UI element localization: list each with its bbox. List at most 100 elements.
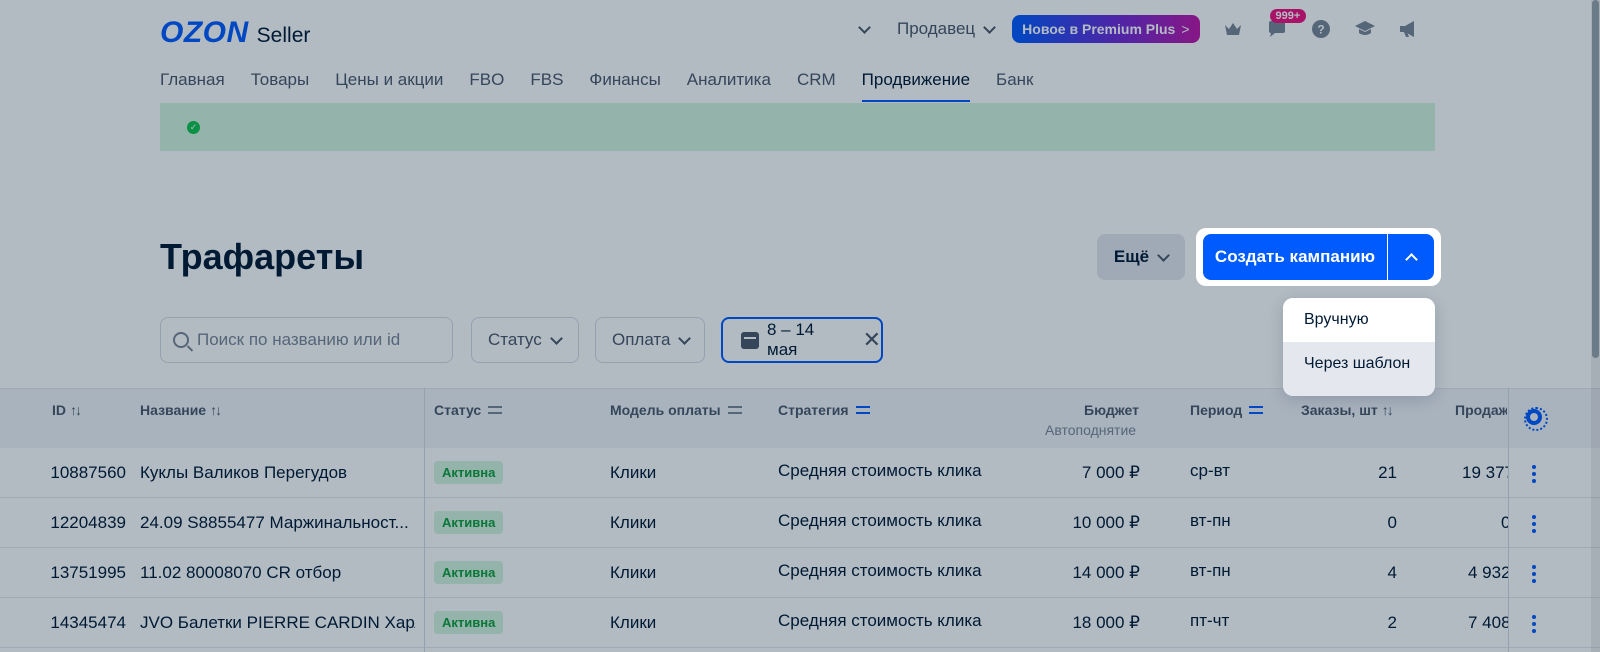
filter-active-icon — [1249, 405, 1264, 415]
column-header-id[interactable]: ID ↑↓ — [52, 402, 82, 418]
nav-item-analytics[interactable]: Аналитика — [687, 70, 771, 102]
column-header-period[interactable]: Период — [1190, 402, 1264, 418]
cell-payment: Клики — [610, 513, 657, 532]
payment-filter[interactable]: Оплата — [595, 317, 705, 363]
calendar-icon — [741, 331, 759, 349]
filter-icon — [488, 405, 503, 415]
cell-strategy: Средняя стоимость клика — [778, 611, 982, 630]
cell-payment: Клики — [610, 463, 657, 482]
header-actions: Продавец Новое в Premium Plus > 999+ ? — [858, 9, 1420, 44]
column-header-sales-label: Продаж — [1455, 402, 1507, 418]
premium-label: Новое в Premium Plus — [1022, 21, 1176, 37]
cell-sales: 4 932 — [1468, 563, 1508, 582]
search-input[interactable] — [197, 330, 437, 350]
cell-name[interactable]: Куклы Валиков Перегудов — [140, 463, 415, 483]
page-title: Трафареты — [160, 236, 365, 277]
nav-item-fbo[interactable]: FBO — [469, 70, 504, 102]
payment-filter-label: Оплата — [612, 330, 671, 349]
chevron-down-icon — [549, 331, 563, 345]
date-range-value: 8 – 14 мая — [767, 320, 815, 359]
more-actions-icon[interactable] — [1532, 565, 1536, 583]
table-row[interactable]: 10887560 Куклы Валиков Перегудов Активна… — [0, 448, 1600, 498]
more-actions-icon[interactable] — [1532, 615, 1536, 633]
menu-item-template[interactable]: Через шаблон — [1283, 342, 1435, 386]
filter-active-icon — [855, 405, 870, 415]
nav-item-prices[interactable]: Цены и акции — [335, 70, 443, 102]
menu-item-manual[interactable]: Вручную — [1283, 298, 1435, 342]
column-header-orders-label: Заказы, шт — [1301, 402, 1378, 418]
table-row[interactable]: 14345474 JVO Балетки PIERRE CARDIN Харл.… — [0, 598, 1600, 648]
cell-payment: Клики — [610, 563, 657, 582]
nav-item-finance[interactable]: Финансы — [589, 70, 660, 102]
search-field[interactable] — [160, 317, 453, 363]
cell-orders: 21 — [1378, 463, 1397, 482]
nav-item-crm[interactable]: CRM — [797, 70, 836, 102]
column-header-budget-label: Бюджет — [1084, 402, 1139, 418]
column-header-payment[interactable]: Модель оплаты — [610, 402, 742, 418]
nav-item-fbs[interactable]: FBS — [530, 70, 563, 102]
nav-item-products[interactable]: Товары — [251, 70, 309, 102]
nav-item-main[interactable]: Главная — [160, 70, 225, 102]
more-actions-icon[interactable] — [1532, 465, 1536, 483]
more-button[interactable]: Ещё — [1097, 234, 1185, 280]
column-header-name[interactable]: Название ↑↓ — [140, 402, 222, 418]
column-header-strategy[interactable]: Стратегия — [778, 402, 870, 418]
nav-item-promotion[interactable]: Продвижение — [861, 70, 971, 102]
cell-name[interactable]: JVO Балетки PIERRE CARDIN Харл... — [140, 613, 415, 633]
cell-id: 13751995 — [50, 563, 126, 582]
column-header-payment-label: Модель оплаты — [610, 402, 721, 418]
premium-plus-button[interactable]: Новое в Premium Plus > — [1012, 15, 1200, 43]
column-header-id-label: ID — [52, 402, 66, 418]
more-actions-icon[interactable] — [1532, 515, 1536, 533]
help-icon[interactable]: ? — [1310, 18, 1332, 40]
cell-name[interactable]: 11.02 80008070 CR отбор — [140, 563, 415, 583]
column-header-orders[interactable]: Заказы, шт ↑↓ — [1301, 402, 1394, 418]
cell-budget: 14 000 ₽ — [1072, 563, 1140, 582]
chevron-down-icon — [983, 20, 997, 34]
cell-budget: 18 000 ₽ — [1072, 613, 1140, 632]
close-icon[interactable]: ✕ — [863, 329, 881, 351]
column-header-status-label: Статус — [434, 402, 482, 418]
cell-name[interactable]: 24.09 S8855477 Маржинальност... — [140, 513, 415, 533]
scrollbar-thumb[interactable] — [1592, 0, 1599, 358]
status-filter[interactable]: Статус — [471, 317, 579, 363]
main-nav: Главная Товары Цены и акции FBO FBS Фина… — [160, 70, 1033, 102]
filter-icon — [727, 405, 742, 415]
column-header-period-label: Период — [1190, 402, 1243, 418]
cell-id: 12204839 — [50, 513, 126, 532]
chat-icon[interactable]: 999+ — [1266, 9, 1307, 40]
nav-item-bank[interactable]: Банк — [996, 70, 1033, 102]
scrollbar[interactable] — [1591, 0, 1600, 652]
table-row[interactable]: 13751995 11.02 80008070 CR отбор Активна… — [0, 548, 1600, 598]
seller-selector[interactable]: Продавец — [897, 19, 997, 39]
column-header-status[interactable]: Статус — [434, 402, 503, 418]
cell-orders: 2 — [1387, 613, 1397, 632]
notification-badge: 999+ — [1269, 9, 1307, 23]
gear-icon[interactable] — [1524, 407, 1548, 431]
ozon-seller-logo[interactable]: OZON Seller — [160, 16, 310, 50]
table-row[interactable]: 12204839 24.09 S8855477 Маржинальност...… — [0, 498, 1600, 548]
chevron-down-icon — [678, 331, 692, 345]
seller-label: Продавец — [897, 19, 976, 38]
cell-payment: Клики — [610, 613, 657, 632]
column-header-sales[interactable]: Продаж — [1455, 402, 1507, 418]
create-campaign-toggle[interactable] — [1388, 234, 1434, 280]
status-badge: Активна — [434, 461, 504, 484]
cell-id: 14345474 — [50, 613, 126, 632]
cell-period: вт-пн — [1190, 561, 1231, 580]
column-header-budget: Бюджет — [1084, 402, 1139, 418]
graduation-cap-icon[interactable] — [1354, 18, 1376, 40]
sort-icon: ↑↓ — [210, 402, 222, 418]
chevron-down-icon[interactable] — [858, 20, 871, 34]
chevron-down-icon — [1157, 248, 1170, 262]
campaigns-table: ID ↑↓ Название ↑↓ Статус Модель оплаты Стр… — [0, 388, 1600, 648]
column-divider — [424, 388, 425, 652]
cell-period: ср-вт — [1190, 461, 1231, 480]
cell-sales: 0 — [1501, 513, 1508, 532]
sort-icon: ↑↓ — [70, 402, 82, 418]
create-campaign-button[interactable]: Создать кампанию — [1203, 234, 1387, 280]
cell-budget: 10 000 ₽ — [1072, 513, 1140, 532]
crown-icon[interactable] — [1222, 18, 1244, 40]
megaphone-icon[interactable] — [1398, 18, 1420, 40]
date-range-filter[interactable]: 8 – 14 мая ✕ — [721, 317, 883, 363]
